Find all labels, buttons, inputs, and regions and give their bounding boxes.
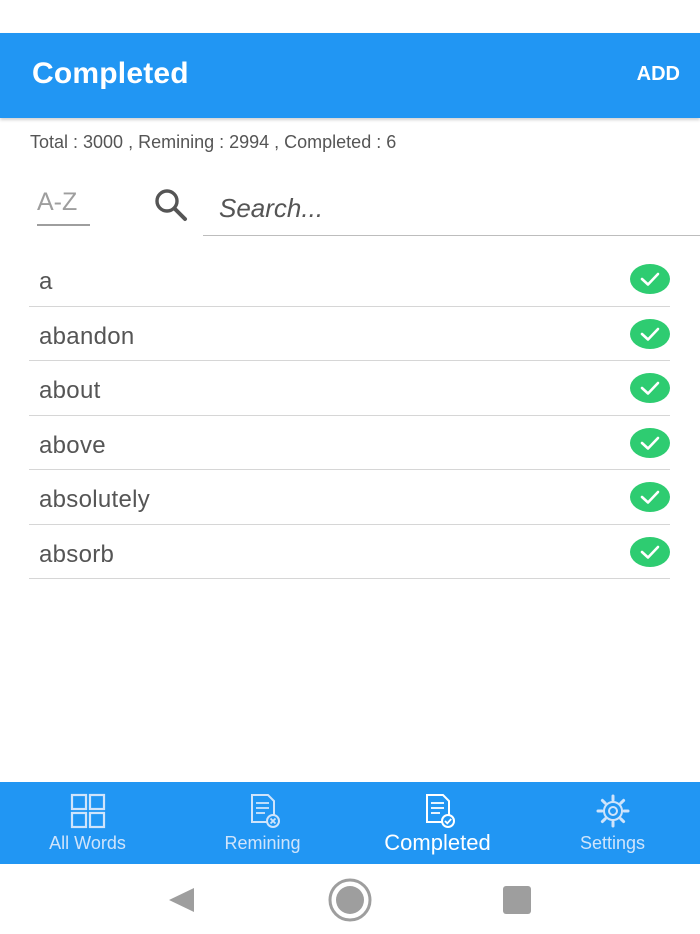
nav-settings[interactable]: Settings [525, 782, 700, 864]
word-label: abandon [39, 322, 135, 350]
sort-az-button[interactable]: A-Z [37, 188, 77, 217]
nav-remining[interactable]: Remining [175, 782, 350, 864]
bottom-navigation: All Words Remining Completed Settings [0, 782, 700, 864]
check-circle-icon [630, 536, 670, 567]
word-label: absolutely [39, 486, 151, 513]
list-item[interactable]: absolutely [29, 470, 670, 525]
check-circle-icon [630, 427, 670, 458]
status-bar [0, 0, 700, 33]
list-item[interactable]: about [29, 361, 670, 416]
search-icon[interactable] [152, 186, 190, 224]
check-circle-icon [630, 264, 670, 294]
sort-underline [37, 224, 90, 226]
document-check-icon [426, 794, 455, 828]
stats-summary: Total : 3000 , Remining : 2994 , Complet… [30, 132, 397, 152]
word-label: absorb [39, 540, 115, 568]
list-item[interactable]: above [29, 416, 670, 470]
list-item[interactable]: a [29, 252, 670, 307]
list-item[interactable]: absorb [29, 525, 670, 579]
back-icon[interactable] [166, 886, 196, 914]
page-title: Completed [32, 57, 189, 90]
word-list: a abandon about above absolutely absorb [29, 252, 670, 579]
gear-icon [596, 794, 630, 828]
home-icon[interactable] [327, 877, 373, 923]
nav-label: All Words [49, 833, 126, 853]
check-circle-icon [630, 482, 670, 512]
check-circle-icon [630, 318, 670, 349]
nav-label: Remining [224, 833, 301, 853]
nav-label: Completed [384, 830, 491, 855]
search-input[interactable] [203, 182, 700, 236]
nav-completed[interactable]: Completed [350, 782, 525, 864]
app-bar: Completed ADD [0, 33, 700, 118]
nav-label: Settings [579, 833, 646, 853]
check-circle-icon [630, 373, 670, 403]
system-navigation-bar [0, 864, 700, 934]
nav-all-words[interactable]: All Words [0, 782, 175, 864]
word-label: above [39, 431, 106, 459]
add-button[interactable]: ADD [637, 63, 680, 86]
word-label: about [39, 377, 101, 404]
recents-icon[interactable] [502, 885, 532, 915]
document-remove-icon [251, 794, 280, 828]
grid-icon [70, 793, 106, 829]
list-item[interactable]: abandon [29, 307, 670, 361]
word-label: a [39, 268, 53, 295]
